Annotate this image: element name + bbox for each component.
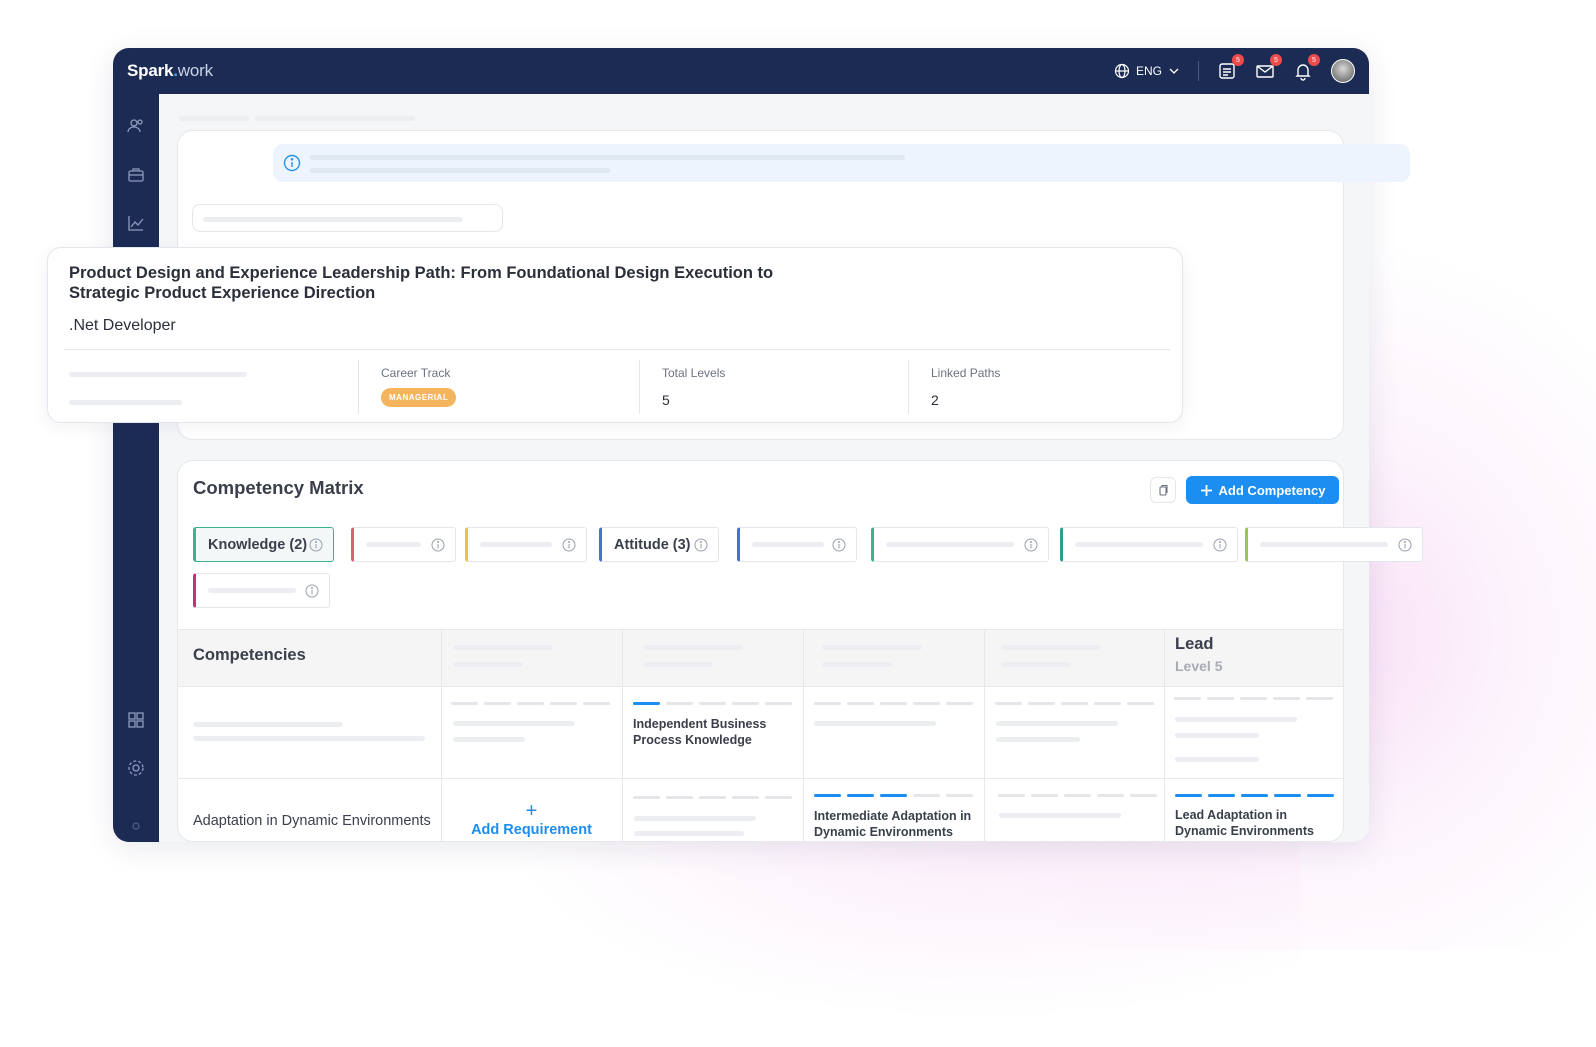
competencies-header: Competencies: [193, 646, 306, 664]
lead-column-title: Lead: [1175, 635, 1214, 653]
chip-attitude[interactable]: Attitude (3): [599, 527, 719, 562]
total-levels-value: 5: [662, 392, 670, 408]
chip-category[interactable]: [1245, 527, 1423, 562]
grid-icon[interactable]: [126, 710, 146, 730]
level-indicator: [451, 702, 610, 705]
info-icon: [1398, 538, 1412, 552]
search-input[interactable]: [192, 204, 503, 232]
chip-category[interactable]: [1060, 527, 1238, 562]
linked-paths-stat: Linked Paths 2: [908, 360, 1000, 414]
notifications-badge: 5: [1308, 54, 1320, 66]
tasks-badge: 5: [1232, 54, 1244, 66]
messages-button[interactable]: 5: [1255, 54, 1282, 81]
career-track-label: Career Track: [381, 366, 451, 380]
path-title: Product Design and Experience Leadership…: [69, 264, 774, 302]
gear-icon[interactable]: [126, 758, 146, 778]
requirement-text[interactable]: Intermediate Adaptation in Dynamic Envir…: [814, 808, 984, 840]
messages-badge: 5: [1270, 54, 1282, 66]
plus-icon: +: [525, 800, 538, 822]
requirement-text[interactable]: Lead Adaptation in Dynamic Environments: [1175, 807, 1335, 839]
briefcase-icon[interactable]: [126, 165, 146, 185]
chip-category[interactable]: [871, 527, 1049, 562]
chip-category[interactable]: [193, 573, 330, 608]
copy-icon: [1159, 484, 1168, 496]
top-bar: Spark.work ENG 5 5 5: [113, 48, 1369, 94]
table-header: [178, 629, 1343, 687]
copyright-icon: [132, 822, 140, 830]
career-path-card[interactable]: Product Design and Experience Leadership…: [47, 247, 1183, 423]
plus-icon: [1200, 484, 1212, 496]
info-icon: [1213, 538, 1227, 552]
requirement-text[interactable]: Independent Business Process Knowledge: [633, 716, 793, 748]
chip-category[interactable]: [737, 527, 857, 562]
tasks-button[interactable]: 5: [1217, 54, 1244, 81]
level-indicator: [998, 794, 1157, 797]
chart-icon[interactable]: [126, 213, 146, 233]
chevron-down-icon: [1169, 68, 1179, 74]
language-selector[interactable]: ENG: [1114, 63, 1180, 79]
info-icon: [305, 584, 319, 598]
chip-category[interactable]: [351, 527, 456, 562]
career-track-stat: Career Track MANAGERIAL: [358, 360, 457, 414]
info-icon: [694, 538, 708, 552]
total-levels-label: Total Levels: [662, 366, 726, 380]
chip-label: Knowledge (2): [208, 536, 308, 553]
info-icon: [832, 538, 846, 552]
globe-icon: [1114, 63, 1130, 79]
level-indicator: [995, 702, 1154, 705]
info-icon: [309, 538, 323, 552]
add-requirement-button[interactable]: + Add Requirement: [441, 801, 622, 839]
avatar[interactable]: [1331, 59, 1355, 83]
level-indicator: [814, 794, 973, 797]
people-icon[interactable]: [126, 116, 146, 136]
chip-label: Attitude (3): [614, 536, 691, 553]
info-banner: [273, 144, 1410, 182]
competency-row-label: Adaptation in Dynamic Environments: [193, 813, 431, 829]
add-competency-label: Add Competency: [1218, 482, 1326, 498]
info-icon: [283, 154, 301, 172]
logo[interactable]: Spark.work: [127, 61, 213, 81]
info-icon: [562, 538, 576, 552]
level-indicator: [633, 796, 792, 799]
info-icon: [431, 538, 445, 552]
level-indicator: [1175, 794, 1334, 797]
chip-category[interactable]: [465, 527, 587, 562]
lead-column-level: Level 5: [1175, 658, 1223, 674]
chip-knowledge[interactable]: Knowledge (2): [193, 527, 334, 562]
sidebar: [113, 94, 159, 842]
career-track-badge: MANAGERIAL: [381, 388, 457, 407]
path-subtitle: .Net Developer: [69, 317, 176, 334]
breadcrumb: [179, 116, 249, 121]
matrix-title: Competency Matrix: [193, 477, 364, 498]
notifications-button[interactable]: 5: [1293, 54, 1320, 81]
add-competency-button[interactable]: Add Competency: [1186, 476, 1339, 504]
copy-button[interactable]: [1150, 477, 1176, 503]
language-label: ENG: [1135, 64, 1162, 78]
linked-paths-value: 2: [931, 392, 939, 408]
info-icon: [1024, 538, 1038, 552]
level-indicator: [633, 702, 792, 705]
competency-matrix-card: Competency Matrix Add Competency Compete…: [177, 460, 1344, 842]
breadcrumb: [255, 116, 415, 121]
total-levels-stat: Total Levels 5: [639, 360, 725, 414]
level-indicator: [1174, 697, 1333, 700]
level-indicator: [814, 702, 973, 705]
linked-paths-label: Linked Paths: [931, 366, 1001, 380]
add-requirement-label: Add Requirement: [471, 822, 592, 838]
